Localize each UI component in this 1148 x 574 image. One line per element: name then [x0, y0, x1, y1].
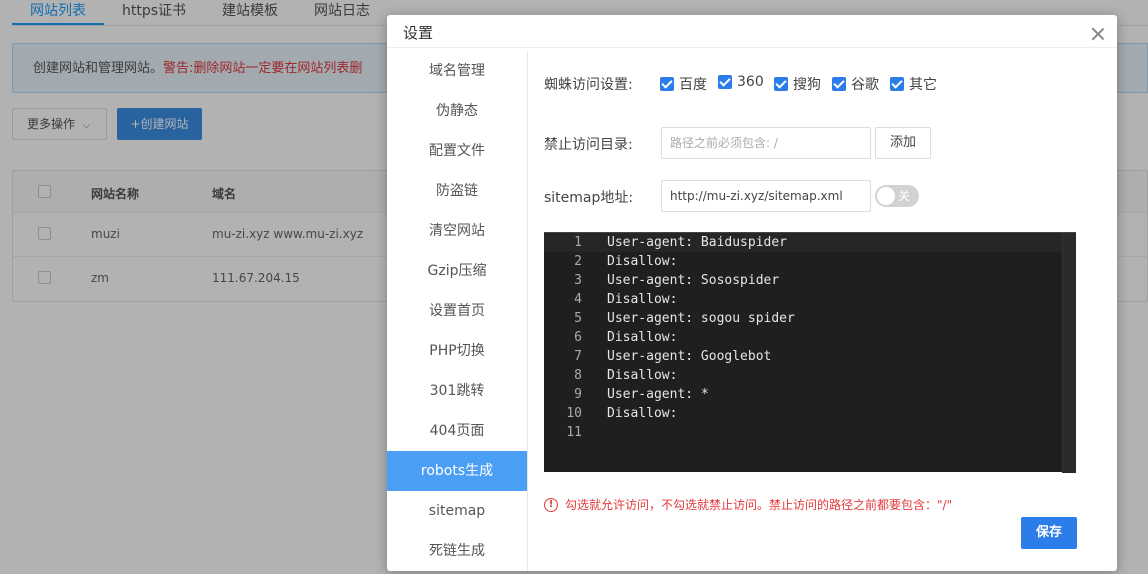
sitemap-url-label: sitemap地址:: [544, 190, 634, 206]
sitemap-url-input[interactable]: http://mu-zi.xyz/sitemap.xml: [661, 180, 871, 212]
line-number: 3: [574, 273, 582, 288]
spider-baidu-checkbox[interactable]: 百度: [660, 74, 707, 94]
line-code: Disallow:: [607, 292, 678, 307]
disallow-path-input[interactable]: 路径之前必须包含: /: [661, 127, 871, 159]
checkbox-checked-icon: [890, 77, 904, 91]
add-disallow-button[interactable]: 添加: [875, 127, 931, 159]
sidebar-item-clear-site[interactable]: 清空网站: [387, 211, 527, 251]
line-number: 1: [574, 235, 582, 250]
editor-line: 8 Disallow:: [544, 366, 1076, 385]
sidebar-item-hotlink[interactable]: 防盗链: [387, 171, 527, 211]
editor-line: 7 User-agent: Googlebot: [544, 347, 1076, 366]
checkbox-checked-icon: [660, 77, 674, 91]
sidebar-item-robots[interactable]: robots生成: [387, 451, 527, 491]
robots-tip: ! 勾选就允许访问，不勾选就禁止访问。禁止访问的路径之前都要包含："/": [544, 496, 952, 513]
sitemap-toggle[interactable]: 关: [875, 185, 919, 207]
dialog-title: 设置: [403, 24, 434, 42]
sidebar-item-php-switch[interactable]: PHP切换: [387, 331, 527, 371]
dialog-header: 设置: [387, 15, 1117, 48]
checkbox-checked-icon: [832, 77, 846, 91]
sidebar-item-404-page[interactable]: 404页面: [387, 411, 527, 451]
editor-line: 6 Disallow:: [544, 328, 1076, 347]
line-number: 11: [566, 425, 582, 440]
spider-sogou-checkbox[interactable]: 搜狗: [774, 74, 821, 94]
robots-panel: 蜘蛛访问设置: 百度 360 搜狗 谷歌 其它 禁止访问目录: 路径之前必须包含…: [544, 51, 1104, 571]
sidebar-item-config-file[interactable]: 配置文件: [387, 131, 527, 171]
line-number: 6: [574, 330, 582, 345]
line-number: 7: [574, 349, 582, 364]
robots-editor[interactable]: 1 User-agent: Baiduspider 2 Disallow: 3 Use…: [544, 232, 1076, 473]
line-code: Disallow:: [607, 254, 678, 269]
line-code: Disallow:: [607, 368, 678, 383]
sidebar-item-domain[interactable]: 域名管理: [387, 51, 527, 91]
tip-text: 勾选就允许访问，不勾选就禁止访问。禁止访问的路径之前都要包含："/": [565, 498, 953, 512]
spider-other-checkbox[interactable]: 其它: [890, 74, 937, 94]
line-number: 10: [566, 406, 582, 421]
line-code: User-agent: Googlebot: [607, 349, 772, 364]
line-number: 4: [574, 292, 582, 307]
editor-line: 1 User-agent: Baiduspider: [544, 233, 1076, 252]
line-code: User-agent: sogou spider: [607, 311, 795, 326]
editor-line: 10 Disallow:: [544, 404, 1076, 423]
sidebar-item-homepage[interactable]: 设置首页: [387, 291, 527, 331]
sidebar-item-gzip[interactable]: Gzip压缩: [387, 251, 527, 291]
sidebar-item-deadlink[interactable]: 死链生成: [387, 531, 527, 571]
spider-other-label: 其它: [909, 77, 937, 93]
editor-line: 9 User-agent: *: [544, 385, 1076, 404]
line-code: User-agent: Sosospider: [607, 273, 780, 288]
line-code: User-agent: Baiduspider: [607, 235, 788, 250]
editor-line: 3 User-agent: Sosospider: [544, 271, 1076, 290]
editor-scrollbar[interactable]: [1062, 233, 1076, 473]
line-number: 5: [574, 311, 582, 326]
line-code: User-agent: *: [607, 387, 709, 402]
spider-360-checkbox[interactable]: 360: [718, 74, 764, 90]
editor-line: 4 Disallow:: [544, 290, 1076, 309]
spider-baidu-label: 百度: [679, 77, 707, 93]
line-code: Disallow:: [607, 406, 678, 421]
sidebar-item-rewrite[interactable]: 伪静态: [387, 91, 527, 131]
settings-dialog: 设置 域名管理 伪静态 配置文件 防盗链 清空网站 Gzip压缩 设置首页 PH…: [387, 15, 1117, 571]
spider-google-checkbox[interactable]: 谷歌: [832, 74, 879, 94]
sidebar-item-sitemap[interactable]: sitemap: [387, 491, 527, 531]
sidebar-item-301-redirect[interactable]: 301跳转: [387, 371, 527, 411]
line-number: 2: [574, 254, 582, 269]
checkbox-checked-icon: [718, 75, 732, 89]
save-button[interactable]: 保存: [1021, 517, 1077, 549]
editor-line: 2 Disallow:: [544, 252, 1076, 271]
toggle-label: 关: [898, 189, 911, 203]
disallow-dir-label: 禁止访问目录:: [544, 137, 633, 153]
warning-icon: !: [544, 497, 558, 512]
settings-sidebar: 域名管理 伪静态 配置文件 防盗链 清空网站 Gzip压缩 设置首页 PHP切换…: [387, 51, 528, 571]
spider-google-label: 谷歌: [851, 77, 879, 93]
close-icon[interactable]: [1091, 27, 1105, 41]
spider-sogou-label: 搜狗: [793, 77, 821, 93]
checkbox-checked-icon: [774, 77, 788, 91]
editor-line: 11: [544, 423, 1076, 442]
line-number: 9: [574, 387, 582, 402]
line-code: Disallow:: [607, 330, 678, 345]
spider-settings-label: 蜘蛛访问设置:: [544, 77, 633, 93]
spider-360-label: 360: [737, 74, 764, 90]
editor-line: 5 User-agent: sogou spider: [544, 309, 1076, 328]
toggle-knob: [877, 187, 895, 205]
line-number: 8: [574, 368, 582, 383]
